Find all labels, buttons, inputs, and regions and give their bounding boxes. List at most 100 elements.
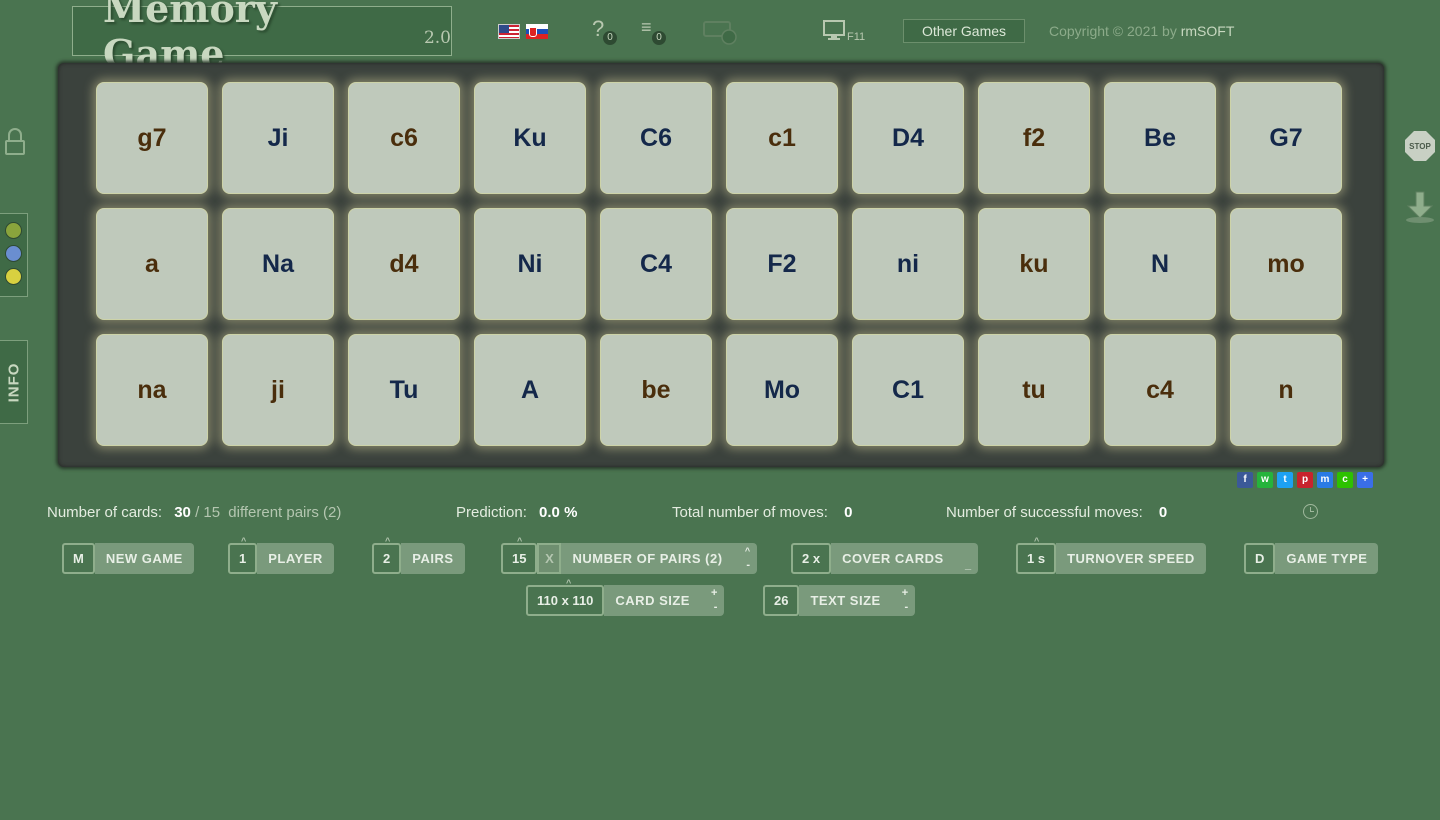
moves-stat: Total number of moves: 0 xyxy=(672,504,852,521)
messenger-icon[interactable]: m xyxy=(1317,472,1333,488)
memory-card[interactable]: Ni xyxy=(474,208,586,320)
pinterest-icon[interactable]: p xyxy=(1297,472,1313,488)
twitter-icon[interactable]: t xyxy=(1277,472,1293,488)
memory-card[interactable]: Be xyxy=(1104,82,1216,194)
number-of-pairs-x[interactable]: X xyxy=(537,543,562,574)
memory-card[interactable]: g7 xyxy=(96,82,208,194)
memory-card[interactable]: ji xyxy=(222,334,334,446)
prediction-label: Prediction: xyxy=(456,504,527,521)
memory-card[interactable]: Na xyxy=(222,208,334,320)
new-game-key[interactable]: M xyxy=(62,543,95,574)
whatsapp-icon[interactable]: w xyxy=(1257,472,1273,488)
keyboard-icon[interactable] xyxy=(702,18,738,46)
number-of-pairs-control: ^ 15 X NUMBER OF PAIRS (2) ^ - xyxy=(501,536,757,574)
number-of-pairs-minus[interactable]: - xyxy=(746,560,750,571)
number-of-pairs-key[interactable]: ^ 15 xyxy=(501,536,538,574)
text-size-button[interactable]: TEXT SIZE + - xyxy=(799,585,915,616)
success-value: 0 xyxy=(1158,504,1168,521)
other-games-button[interactable]: Other Games xyxy=(903,19,1025,43)
wechat-icon[interactable]: c xyxy=(1337,472,1353,488)
memory-card[interactable]: C1 xyxy=(852,334,964,446)
game-type-control: D GAME TYPE xyxy=(1244,543,1379,574)
fullscreen-icon[interactable] xyxy=(823,20,847,42)
memory-card[interactable]: be xyxy=(600,334,712,446)
memory-card[interactable]: Mo xyxy=(726,334,838,446)
moves-label: Total number of moves: xyxy=(672,504,828,521)
card-size-plus[interactable]: + xyxy=(711,588,718,599)
cards-stat: Number of cards: 30 / 15 different pairs… xyxy=(47,504,341,521)
cover-cards-minus[interactable]: _ xyxy=(965,560,972,571)
color-theme-panel xyxy=(0,213,28,297)
info-tab[interactable]: INFO xyxy=(0,340,28,424)
memory-card[interactable]: f2 xyxy=(978,82,1090,194)
success-label: Number of successful moves: xyxy=(946,504,1143,521)
pairs-control: ^ 2 PAIRS xyxy=(372,536,465,574)
game-type-key[interactable]: D xyxy=(1244,543,1276,574)
text-size-minus[interactable]: - xyxy=(905,602,909,613)
memory-card[interactable]: tu xyxy=(978,334,1090,446)
download-icon[interactable] xyxy=(1404,190,1436,224)
list-icon[interactable]: ≡ xyxy=(641,17,652,38)
lock-icon[interactable] xyxy=(4,128,26,156)
memory-card[interactable]: ni xyxy=(852,208,964,320)
game-type-button[interactable]: GAME TYPE xyxy=(1275,543,1379,574)
number-of-pairs-button[interactable]: NUMBER OF PAIRS (2) ^ - xyxy=(561,543,757,574)
turnover-speed-key[interactable]: ^ 1 s xyxy=(1016,536,1057,574)
theme-color-blue[interactable] xyxy=(5,245,22,262)
more-icon[interactable]: + xyxy=(1357,472,1373,488)
player-key[interactable]: ^ 1 xyxy=(228,536,258,574)
memory-card[interactable]: c1 xyxy=(726,82,838,194)
slovak-flag-icon[interactable] xyxy=(526,24,548,39)
pairs-button[interactable]: PAIRS xyxy=(401,543,465,574)
cover-cards-button[interactable]: COVER CARDS _ xyxy=(831,543,978,574)
memory-card[interactable]: n xyxy=(1230,334,1342,446)
card-size-minus[interactable]: - xyxy=(714,602,718,613)
memory-card[interactable]: c4 xyxy=(1104,334,1216,446)
turnover-speed-button[interactable]: TURNOVER SPEED xyxy=(1056,543,1206,574)
cover-cards-key[interactable]: 2 x xyxy=(791,543,832,574)
game-board: g7 Ji c6 Ku C6 c1 D4 f2 Be G7 a Na d4 Ni C4 F2 ni ku Nmo na… xyxy=(58,63,1384,467)
pairs-sep: / xyxy=(195,504,200,521)
prediction-value: 0.0 % xyxy=(539,504,578,521)
memory-card[interactable]: Tu xyxy=(348,334,460,446)
memory-card[interactable]: na xyxy=(96,334,208,446)
copyright-text: Copyright © 2021 by rmSOFT xyxy=(1049,23,1234,39)
theme-color-yellow[interactable] xyxy=(5,268,22,285)
memory-card[interactable]: Ku xyxy=(474,82,586,194)
clock-icon[interactable] xyxy=(1303,504,1318,519)
facebook-icon[interactable]: f xyxy=(1237,472,1253,488)
memory-card[interactable]: C6 xyxy=(600,82,712,194)
player-button[interactable]: PLAYER xyxy=(257,543,334,574)
title-box: Memory Game 2.0 xyxy=(72,0,452,76)
memory-card[interactable]: c6 xyxy=(348,82,460,194)
author-link[interactable]: rmSOFT xyxy=(1181,23,1235,39)
memory-card[interactable]: A xyxy=(474,334,586,446)
memory-card[interactable]: a xyxy=(96,208,208,320)
theme-color-green[interactable] xyxy=(5,222,22,239)
memory-card[interactable]: Ji xyxy=(222,82,334,194)
text-size-plus[interactable]: + xyxy=(902,588,909,599)
number-of-pairs-plus[interactable]: ^ xyxy=(745,546,751,556)
memory-card[interactable]: C4 xyxy=(600,208,712,320)
memory-card[interactable]: mo xyxy=(1230,208,1342,320)
card-size-key[interactable]: ^ 110 x 110 xyxy=(526,578,605,616)
memory-card[interactable]: D4 xyxy=(852,82,964,194)
memory-card[interactable]: N xyxy=(1104,208,1216,320)
pairs-text: different pairs (2) xyxy=(228,504,342,521)
memory-card[interactable]: ku xyxy=(978,208,1090,320)
memory-card[interactable]: d4 xyxy=(348,208,460,320)
prediction-stat: Prediction: 0.0 % xyxy=(456,504,577,521)
memory-card[interactable]: F2 xyxy=(726,208,838,320)
copyright-label: Copyright © 2021 by xyxy=(1049,23,1177,39)
english-flag-icon[interactable] xyxy=(498,24,520,39)
memory-card[interactable]: G7 xyxy=(1230,82,1342,194)
success-stat: Number of successful moves: 0 xyxy=(946,504,1167,521)
turnover-speed-control: ^ 1 s TURNOVER SPEED xyxy=(1016,536,1206,574)
info-label: INFO xyxy=(5,362,22,402)
stop-icon[interactable]: STOP xyxy=(1405,131,1435,161)
new-game-button[interactable]: NEW GAME xyxy=(94,543,194,574)
help-count-badge: 0 xyxy=(603,31,617,45)
text-size-key[interactable]: 26 xyxy=(763,585,800,616)
card-size-button[interactable]: CARD SIZE + - xyxy=(604,585,724,616)
pairs-key[interactable]: ^ 2 xyxy=(372,536,402,574)
